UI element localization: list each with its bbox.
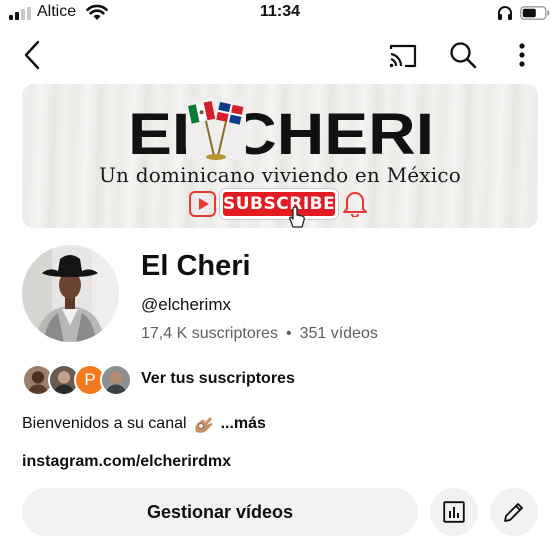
description-text: Bienvenidos a su canal — [22, 415, 187, 432]
back-arrow-icon — [24, 40, 40, 70]
pencil-icon — [504, 503, 523, 522]
channel-name: El Cheri — [141, 250, 251, 282]
bell-icon — [343, 192, 367, 217]
manage-videos-button[interactable]: Gestionar vídeos — [22, 488, 418, 536]
cast-button[interactable] — [384, 39, 422, 73]
channel-banner: EL CHERI Un dominicano viviendo en Méxic… — [22, 84, 538, 228]
instagram-link[interactable]: instagram.com/elcherirdmx — [22, 453, 231, 471]
channel-avatar[interactable] — [22, 245, 119, 342]
search-icon — [450, 42, 477, 69]
channel-stats: 17,4 K suscriptores • 351 vídeos — [141, 325, 378, 343]
description-more[interactable]: ...más — [221, 415, 266, 433]
ok-hand-emoji-icon — [194, 417, 212, 433]
stats-separator: • — [285, 325, 292, 342]
battery-icon — [520, 6, 550, 20]
status-time: 11:34 — [259, 3, 301, 20]
channel-description[interactable]: Bienvenidos a su canal ...más — [22, 414, 266, 434]
channel-handle: @elcherimx — [141, 295, 231, 314]
subscriber-avatars[interactable]: P — [22, 364, 132, 396]
video-count: 351 vídeos — [299, 325, 378, 342]
banner-title-text: EL CHERI — [128, 102, 434, 160]
analytics-button[interactable] — [430, 488, 478, 536]
status-bar: Altice 11:34 — [0, 0, 560, 26]
manage-videos-label: Gestionar vídeos — [146, 501, 294, 522]
edit-channel-button[interactable] — [490, 488, 538, 536]
more-vertical-icon — [519, 43, 525, 67]
search-button[interactable] — [444, 38, 482, 72]
cast-icon — [389, 44, 417, 68]
banner-play-icon — [189, 191, 216, 217]
subscriber-count: 17,4 K suscriptores — [141, 325, 278, 342]
analytics-icon — [443, 501, 465, 523]
view-subscribers-link[interactable]: Ver tus suscriptores — [141, 370, 295, 388]
banner-title: EL CHERI — [128, 102, 434, 160]
banner-tagline: Un dominicano viviendo en México — [99, 163, 461, 187]
subscriber-avatar-letter: P — [84, 370, 96, 389]
subscriber-avatar — [100, 364, 132, 396]
banner-subscribe-graphic: SUBSCRIBE — [220, 189, 338, 219]
back-button[interactable] — [16, 38, 48, 72]
more-options-button[interactable] — [506, 38, 538, 72]
cursor-hand-icon — [289, 206, 305, 228]
headphones-icon — [498, 6, 512, 20]
flags-emblem — [186, 98, 246, 160]
